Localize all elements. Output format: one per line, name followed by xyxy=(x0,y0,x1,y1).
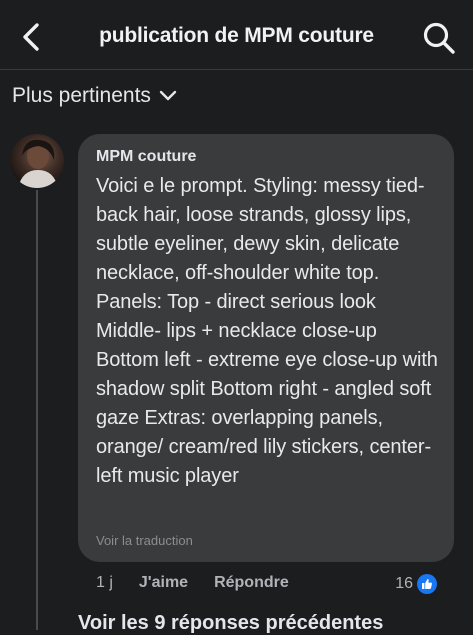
top-bar: publication de MPM couture xyxy=(0,0,473,70)
comment-timestamp: 1 j xyxy=(96,574,113,591)
thumbs-up-icon xyxy=(417,574,437,594)
avatar[interactable] xyxy=(10,134,64,188)
page-title: publication de MPM couture xyxy=(99,24,374,47)
like-button[interactable]: J'aime xyxy=(139,574,188,592)
search-icon xyxy=(423,22,455,54)
sort-label: Plus pertinents xyxy=(12,84,151,107)
reply-button[interactable]: Répondre xyxy=(214,574,289,592)
comment-actions: 1 j J'aime Répondre xyxy=(96,574,289,592)
comment-text: Voici e le prompt. Styling: messy tied-b… xyxy=(96,175,438,487)
reaction-summary[interactable]: 16 xyxy=(395,574,437,594)
thread-line xyxy=(36,190,38,630)
sort-dropdown[interactable]: Plus pertinents xyxy=(12,84,177,108)
search-button[interactable] xyxy=(421,20,457,56)
comment-author[interactable]: MPM couture xyxy=(96,148,438,166)
see-translation-link[interactable]: Voir la traduction xyxy=(96,533,193,548)
view-previous-replies-link[interactable]: Voir les 9 réponses précédentes xyxy=(78,612,383,635)
chevron-down-icon xyxy=(159,90,177,102)
reaction-count: 16 xyxy=(395,575,413,592)
comment-bubble: MPM couture Voici e le prompt. Styling: … xyxy=(78,134,454,562)
